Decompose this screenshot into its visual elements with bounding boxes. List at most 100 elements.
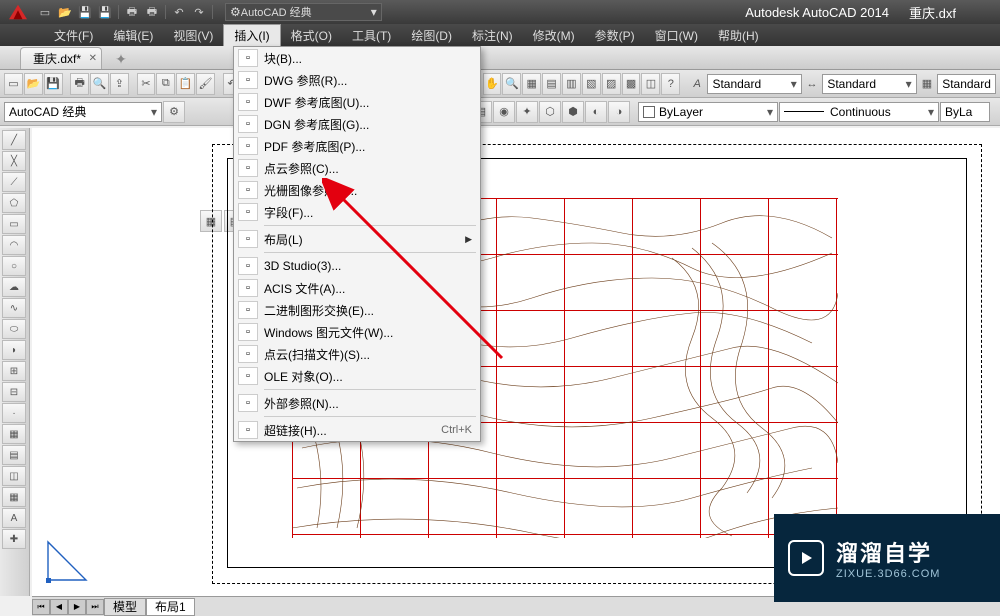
dim-style-combo[interactable]: Standard▾ [822,74,916,94]
layer-color-combo[interactable]: ByLayer▾ [638,102,778,122]
menu-item-3ds[interactable]: ▫3D Studio(3)... [234,255,480,277]
layout-first-icon[interactable]: ⏮ [32,599,50,615]
tool7-icon[interactable]: ◫ [641,73,660,95]
menu-f[interactable]: 文件(F) [44,24,103,46]
match-icon[interactable]: 🖌 [196,73,215,95]
layer8-icon[interactable]: ◑ [608,101,630,123]
qat-new-icon[interactable]: ▭ [36,3,54,21]
table-icon[interactable]: ▦ [2,487,26,507]
layer3-icon[interactable]: ◉ [493,101,515,123]
menu-item-scan[interactable]: ▫点云(扫描文件)(S)... [234,343,480,365]
pline-icon[interactable]: ⟋ [2,172,26,192]
tab-layout1[interactable]: 布局1 [146,598,195,616]
table-style-combo[interactable]: Standard [937,74,996,94]
workspace-selector[interactable]: ⚙ ▾ [225,3,382,21]
document-tab[interactable]: 重庆.dxf* ✕ [20,47,102,69]
menu-o[interactable]: 格式(O) [281,24,342,46]
tool2-icon[interactable]: ▤ [542,73,561,95]
layer5-icon[interactable]: ⬡ [539,101,561,123]
cut-icon[interactable]: ✂ [137,73,156,95]
arc-icon[interactable]: ◠ [2,235,26,255]
menu-n[interactable]: 标注(N) [462,24,523,46]
new-icon[interactable]: ▭ [4,73,23,95]
open-icon[interactable]: 📂 [24,73,43,95]
menu-item-acis[interactable]: ▫ACIS 文件(A)... [234,277,480,299]
qat-saveas-icon[interactable]: 💾 [96,3,114,21]
paste-icon[interactable]: 📋 [176,73,195,95]
menu-t[interactable]: 工具(T) [342,24,401,46]
point-icon[interactable]: · [2,403,26,423]
qat-print-icon[interactable]: 🖶 [123,3,141,21]
lineweight-combo[interactable]: ByLa [940,102,990,122]
close-icon[interactable]: ✕ [89,53,97,64]
makeblock-icon[interactable]: ⊟ [2,382,26,402]
menu-item-pdf[interactable]: ▫PDF 参考底图(P)... [234,135,480,157]
menu-m[interactable]: 修改(M) [523,24,585,46]
tool3-icon[interactable]: ▥ [562,73,581,95]
workspace-input[interactable] [241,6,371,18]
app-logo-icon[interactable] [4,2,32,22]
gear-icon[interactable]: ⚙ [163,101,185,123]
qat-save-icon[interactable]: 💾 [76,3,94,21]
addsel-icon[interactable]: ✚ [2,529,26,549]
menu-item-link[interactable]: ▫超链接(H)...Ctrl+K [234,419,480,441]
region-icon[interactable]: ◫ [2,466,26,486]
zoom-icon[interactable]: 🔍 [502,73,521,95]
circle-icon[interactable]: ○ [2,256,26,276]
hatch-icon[interactable]: ▦ [2,424,26,444]
new-tab-button[interactable]: ✦ [106,49,136,69]
menu-item-raster[interactable]: ▫光栅图像参照(I)... [234,179,480,201]
tool5-icon[interactable]: ▨ [602,73,621,95]
ellipse-icon[interactable]: ⬭ [2,319,26,339]
tool1-icon[interactable]: ▦ [522,73,541,95]
menu-h[interactable]: 帮助(H) [708,24,769,46]
menu-i[interactable]: 插入(I) [223,24,280,46]
pan-icon[interactable]: ✋ [483,73,502,95]
menu-item-bin[interactable]: ▫二进制图形交换(E)... [234,299,480,321]
workspace-combo2[interactable]: AutoCAD 经典▾ [4,102,162,122]
insert-icon[interactable]: ⊞ [2,361,26,381]
menu-item-dwg[interactable]: ▫DWG 参照(R)... [234,69,480,91]
tool6-icon[interactable]: ▩ [622,73,641,95]
layer7-icon[interactable]: ◐ [585,101,607,123]
layout-last-icon[interactable]: ⏭ [86,599,104,615]
qat-redo-icon[interactable]: ↷ [190,3,208,21]
menu-e[interactable]: 编辑(E) [103,24,163,46]
menu-v[interactable]: 视图(V) [163,24,223,46]
layout-prev-icon[interactable]: ◀ [50,599,68,615]
preview-icon[interactable]: 🔍 [90,73,109,95]
line-icon[interactable]: ╱ [2,130,26,150]
tool4-icon[interactable]: ▧ [582,73,601,95]
menu-p[interactable]: 参数(P) [585,24,645,46]
rect-icon[interactable]: ▭ [2,214,26,234]
layer4-icon[interactable]: ✦ [516,101,538,123]
gradient-icon[interactable]: ▤ [2,445,26,465]
ellipsearc-icon[interactable]: ◗ [2,340,26,360]
xline-icon[interactable]: ╳ [2,151,26,171]
tool8-icon[interactable]: ? [661,73,680,95]
tab-model[interactable]: 模型 [104,598,146,616]
menu-item-xref[interactable]: ▫外部参照(N)... [234,392,480,414]
menu-w[interactable]: 窗口(W) [645,24,708,46]
menu-item-ole[interactable]: ▫OLE 对象(O)... [234,365,480,387]
publish-icon[interactable]: ⇪ [110,73,129,95]
spline-icon[interactable]: ∿ [2,298,26,318]
layer6-icon[interactable]: ⬢ [562,101,584,123]
menu-item-wmf[interactable]: ▫Windows 图元文件(W)... [234,321,480,343]
menu-item-dgn[interactable]: ▫DGN 参考底图(G)... [234,113,480,135]
linetype-combo[interactable]: Continuous▾ [779,102,939,122]
qat-undo-icon[interactable]: ↶ [170,3,188,21]
print-icon[interactable]: 🖶 [70,73,89,95]
mtext-icon[interactable]: A [2,508,26,528]
revcloud-icon[interactable]: ☁ [2,277,26,297]
layout-next-icon[interactable]: ▶ [68,599,86,615]
menu-d[interactable]: 绘图(D) [401,24,462,46]
qat-open-icon[interactable]: 📂 [56,3,74,21]
menu-item-9[interactable]: ▫布局(L)▶ [234,228,480,250]
menu-item-field[interactable]: ▫字段(F)... [234,201,480,223]
qat-print-preview-icon[interactable]: 🖶 [143,3,161,21]
menu-item-dwf[interactable]: ▫DWF 参考底图(U)... [234,91,480,113]
text-style-combo[interactable]: Standard▾ [707,74,801,94]
menu-item-pcloud[interactable]: ▫点云参照(C)... [234,157,480,179]
copy-icon[interactable]: ⧉ [156,73,175,95]
